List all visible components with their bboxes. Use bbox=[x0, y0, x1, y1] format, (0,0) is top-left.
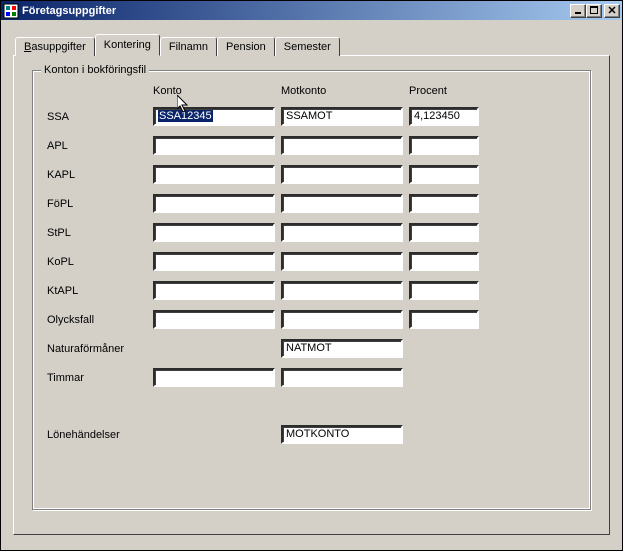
kapl-konto-input[interactable] bbox=[153, 165, 275, 184]
row-label-kapl: KAPL bbox=[47, 169, 147, 181]
maximize-button[interactable] bbox=[586, 4, 602, 18]
olycks-konto-input[interactable] bbox=[153, 310, 275, 329]
close-button[interactable] bbox=[604, 4, 620, 18]
fopl-konto-input[interactable] bbox=[153, 194, 275, 213]
titlebar: Företagsuppgifter bbox=[1, 1, 622, 20]
row-label-olycks: Olycksfall bbox=[47, 314, 147, 326]
row-label-natura: Naturaförmåner bbox=[47, 343, 147, 355]
client-area: Basuppgifter Kontering Filnamn Pension S… bbox=[1, 20, 622, 550]
row-label-ssa: SSA bbox=[47, 111, 147, 123]
tab-page-kontering: Konton i bokföringsfil Konto Motkonto Pr… bbox=[13, 55, 610, 535]
ssa-motkonto-input[interactable]: SSAMOT bbox=[281, 107, 403, 126]
timmar-motkonto-input[interactable] bbox=[281, 368, 403, 387]
row-label-lone: Lönehändelser bbox=[47, 429, 147, 441]
tab-pension[interactable]: Pension bbox=[217, 37, 275, 56]
col-header-procent: Procent bbox=[409, 85, 479, 97]
row-label-ktapl: KtAPL bbox=[47, 285, 147, 297]
app-icon bbox=[3, 3, 19, 19]
row-label-timmar: Timmar bbox=[47, 372, 147, 384]
group-legend: Konton i bokföringsfil bbox=[41, 64, 149, 76]
stpl-motkonto-input[interactable] bbox=[281, 223, 403, 242]
fopl-procent-input[interactable] bbox=[409, 194, 479, 213]
row-label-fopl: FöPL bbox=[47, 198, 147, 210]
ssa-konto-input[interactable]: SSA12345 bbox=[153, 107, 275, 126]
ktapl-motkonto-input[interactable] bbox=[281, 281, 403, 300]
row-label-stpl: StPL bbox=[47, 227, 147, 239]
stpl-konto-input[interactable] bbox=[153, 223, 275, 242]
ssa-procent-input[interactable]: 4,123450 bbox=[409, 107, 479, 126]
kopl-procent-input[interactable] bbox=[409, 252, 479, 271]
window-controls bbox=[570, 4, 620, 18]
accounts-grid: Konto Motkonto Procent SSA SSA12345 SSAM… bbox=[47, 85, 576, 444]
apl-motkonto-input[interactable] bbox=[281, 136, 403, 155]
apl-procent-input[interactable] bbox=[409, 136, 479, 155]
ktapl-procent-input[interactable] bbox=[409, 281, 479, 300]
tab-basuppgifter[interactable]: Basuppgifter bbox=[15, 37, 95, 56]
olycks-procent-input[interactable] bbox=[409, 310, 479, 329]
col-header-konto: Konto bbox=[153, 85, 275, 97]
minimize-button[interactable] bbox=[570, 4, 586, 18]
olycks-motkonto-input[interactable] bbox=[281, 310, 403, 329]
timmar-konto-input[interactable] bbox=[153, 368, 275, 387]
tabstrip: Basuppgifter Kontering Filnamn Pension S… bbox=[15, 34, 610, 55]
row-label-apl: APL bbox=[47, 140, 147, 152]
apl-konto-input[interactable] bbox=[153, 136, 275, 155]
tab-kontering[interactable]: Kontering bbox=[95, 34, 160, 56]
stpl-procent-input[interactable] bbox=[409, 223, 479, 242]
window: Företagsuppgifter Basuppgifter Kontering… bbox=[0, 0, 623, 551]
kapl-procent-input[interactable] bbox=[409, 165, 479, 184]
tab-filnamn[interactable]: Filnamn bbox=[160, 37, 217, 56]
natura-motkonto-input[interactable]: NATMOT bbox=[281, 339, 403, 358]
ktapl-konto-input[interactable] bbox=[153, 281, 275, 300]
group-konton: Konton i bokföringsfil Konto Motkonto Pr… bbox=[32, 70, 591, 510]
kapl-motkonto-input[interactable] bbox=[281, 165, 403, 184]
col-header-motkonto: Motkonto bbox=[281, 85, 403, 97]
kopl-motkonto-input[interactable] bbox=[281, 252, 403, 271]
row-label-kopl: KoPL bbox=[47, 256, 147, 268]
kopl-konto-input[interactable] bbox=[153, 252, 275, 271]
tab-semester[interactable]: Semester bbox=[275, 37, 340, 56]
lone-motkonto-input[interactable]: MOTKONTO bbox=[281, 425, 403, 444]
window-title: Företagsuppgifter bbox=[22, 5, 570, 17]
fopl-motkonto-input[interactable] bbox=[281, 194, 403, 213]
